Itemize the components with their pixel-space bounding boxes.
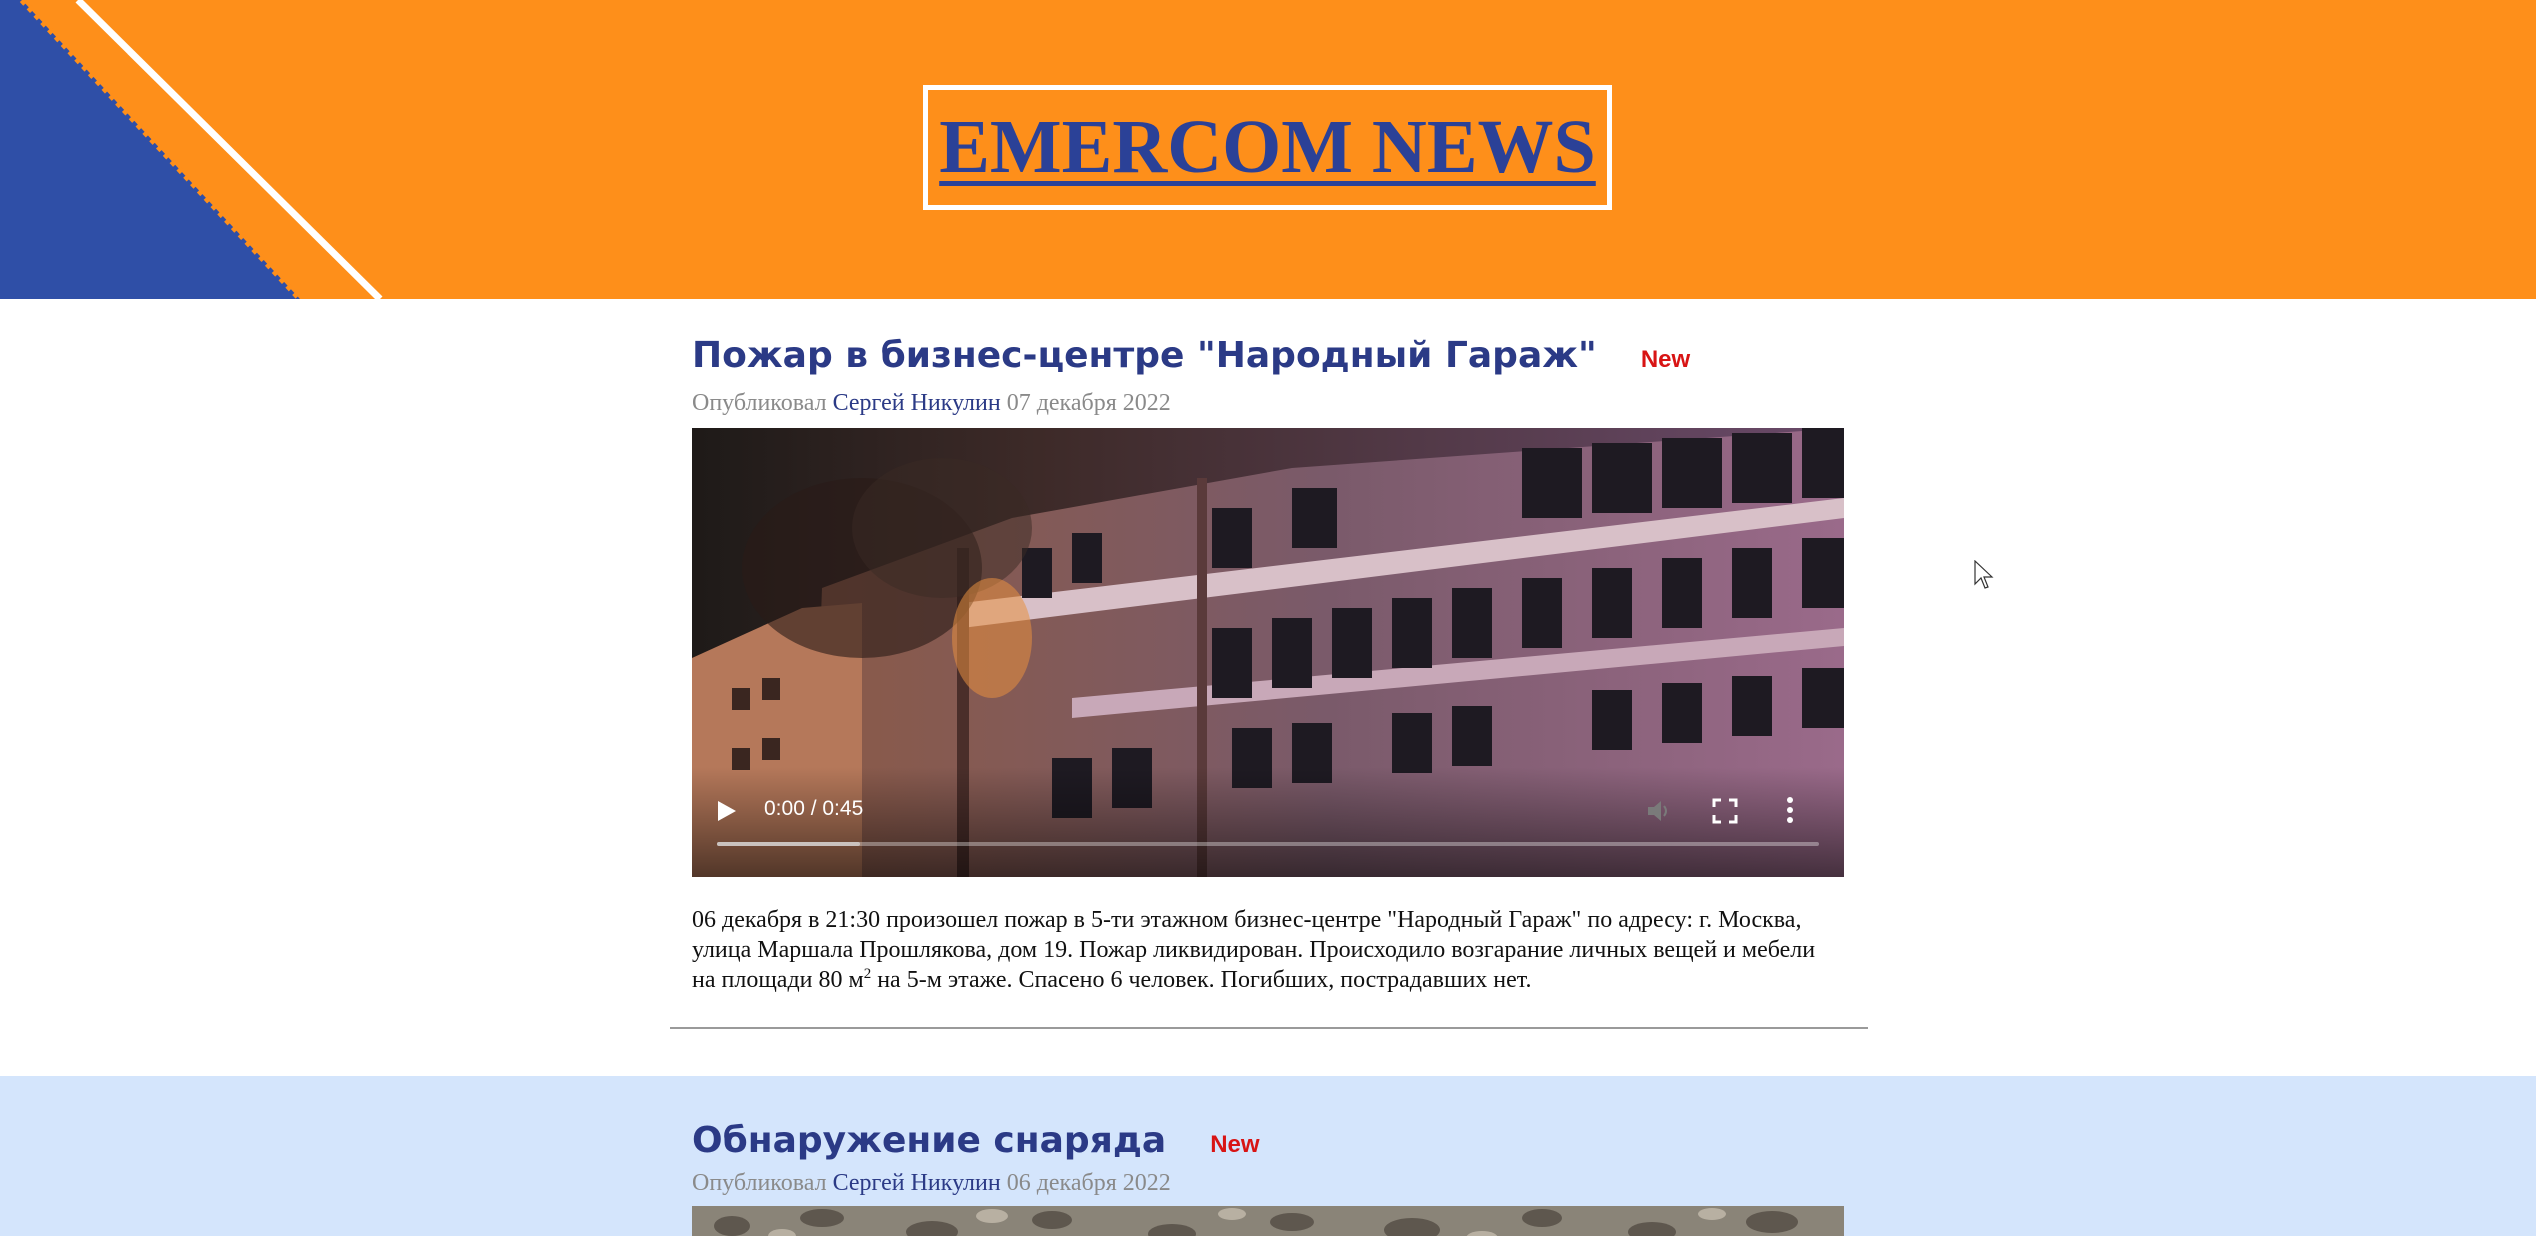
new-badge: New: [1210, 1131, 1260, 1158]
article-body: 06 декабря в 21:30 произошел пожар в 5-т…: [692, 905, 1844, 995]
mute-icon[interactable]: [1645, 797, 1673, 825]
mouse-cursor-icon: [1974, 560, 1994, 589]
article-title-row: Обнаружение снаряда New: [692, 1120, 1260, 1161]
news-article: Обнаружение снаряда New Опубликовал Серг…: [0, 1076, 2536, 1236]
site-header: EMERCOM NEWS: [0, 0, 2536, 299]
article-title-row: Пожар в бизнес-центре "Народный Гараж" N…: [692, 335, 1690, 376]
article-image-gravel: [692, 1206, 1844, 1236]
article-divider: [670, 1027, 1868, 1029]
author-link[interactable]: Сергей Никулин: [833, 1170, 1001, 1196]
publish-date: 06 декабря 2022: [1006, 1170, 1171, 1196]
meta-prefix: Опубликовал: [692, 390, 827, 416]
article-meta: Опубликовал Сергей Никулин 06 декабря 20…: [692, 1170, 1171, 1197]
author-link[interactable]: Сергей Никулин: [833, 390, 1001, 416]
site-logo[interactable]: EMERCOM NEWS: [923, 85, 1612, 210]
play-icon[interactable]: [716, 799, 738, 823]
video-buffered-range: [717, 842, 861, 846]
video-time: 0:00 / 0:45: [764, 797, 864, 820]
article-image: [692, 1206, 1844, 1236]
publish-date: 07 декабря 2022: [1006, 390, 1171, 416]
news-article: Пожар в бизнес-центре "Народный Гараж" N…: [0, 299, 2536, 1076]
new-badge: New: [1640, 346, 1691, 373]
article-body-text-end: на 5-м этаже. Спасено 6 человек. Погибши…: [871, 967, 1532, 993]
more-options-icon[interactable]: [1784, 795, 1796, 825]
article-title[interactable]: Обнаружение снаряда: [692, 1120, 1166, 1161]
header-diagonal-stripes: [0, 0, 383, 299]
fullscreen-icon[interactable]: [1712, 798, 1738, 824]
article-meta: Опубликовал Сергей Никулин 07 декабря 20…: [692, 390, 1171, 417]
site-logo-text[interactable]: EMERCOM NEWS: [939, 104, 1596, 191]
meta-prefix: Опубликовал: [692, 1170, 827, 1196]
video-player[interactable]: 0:00 / 0:45: [692, 428, 1844, 877]
article-title[interactable]: Пожар в бизнес-центре "Народный Гараж": [692, 335, 1597, 376]
video-progress-bar[interactable]: [717, 842, 1819, 846]
